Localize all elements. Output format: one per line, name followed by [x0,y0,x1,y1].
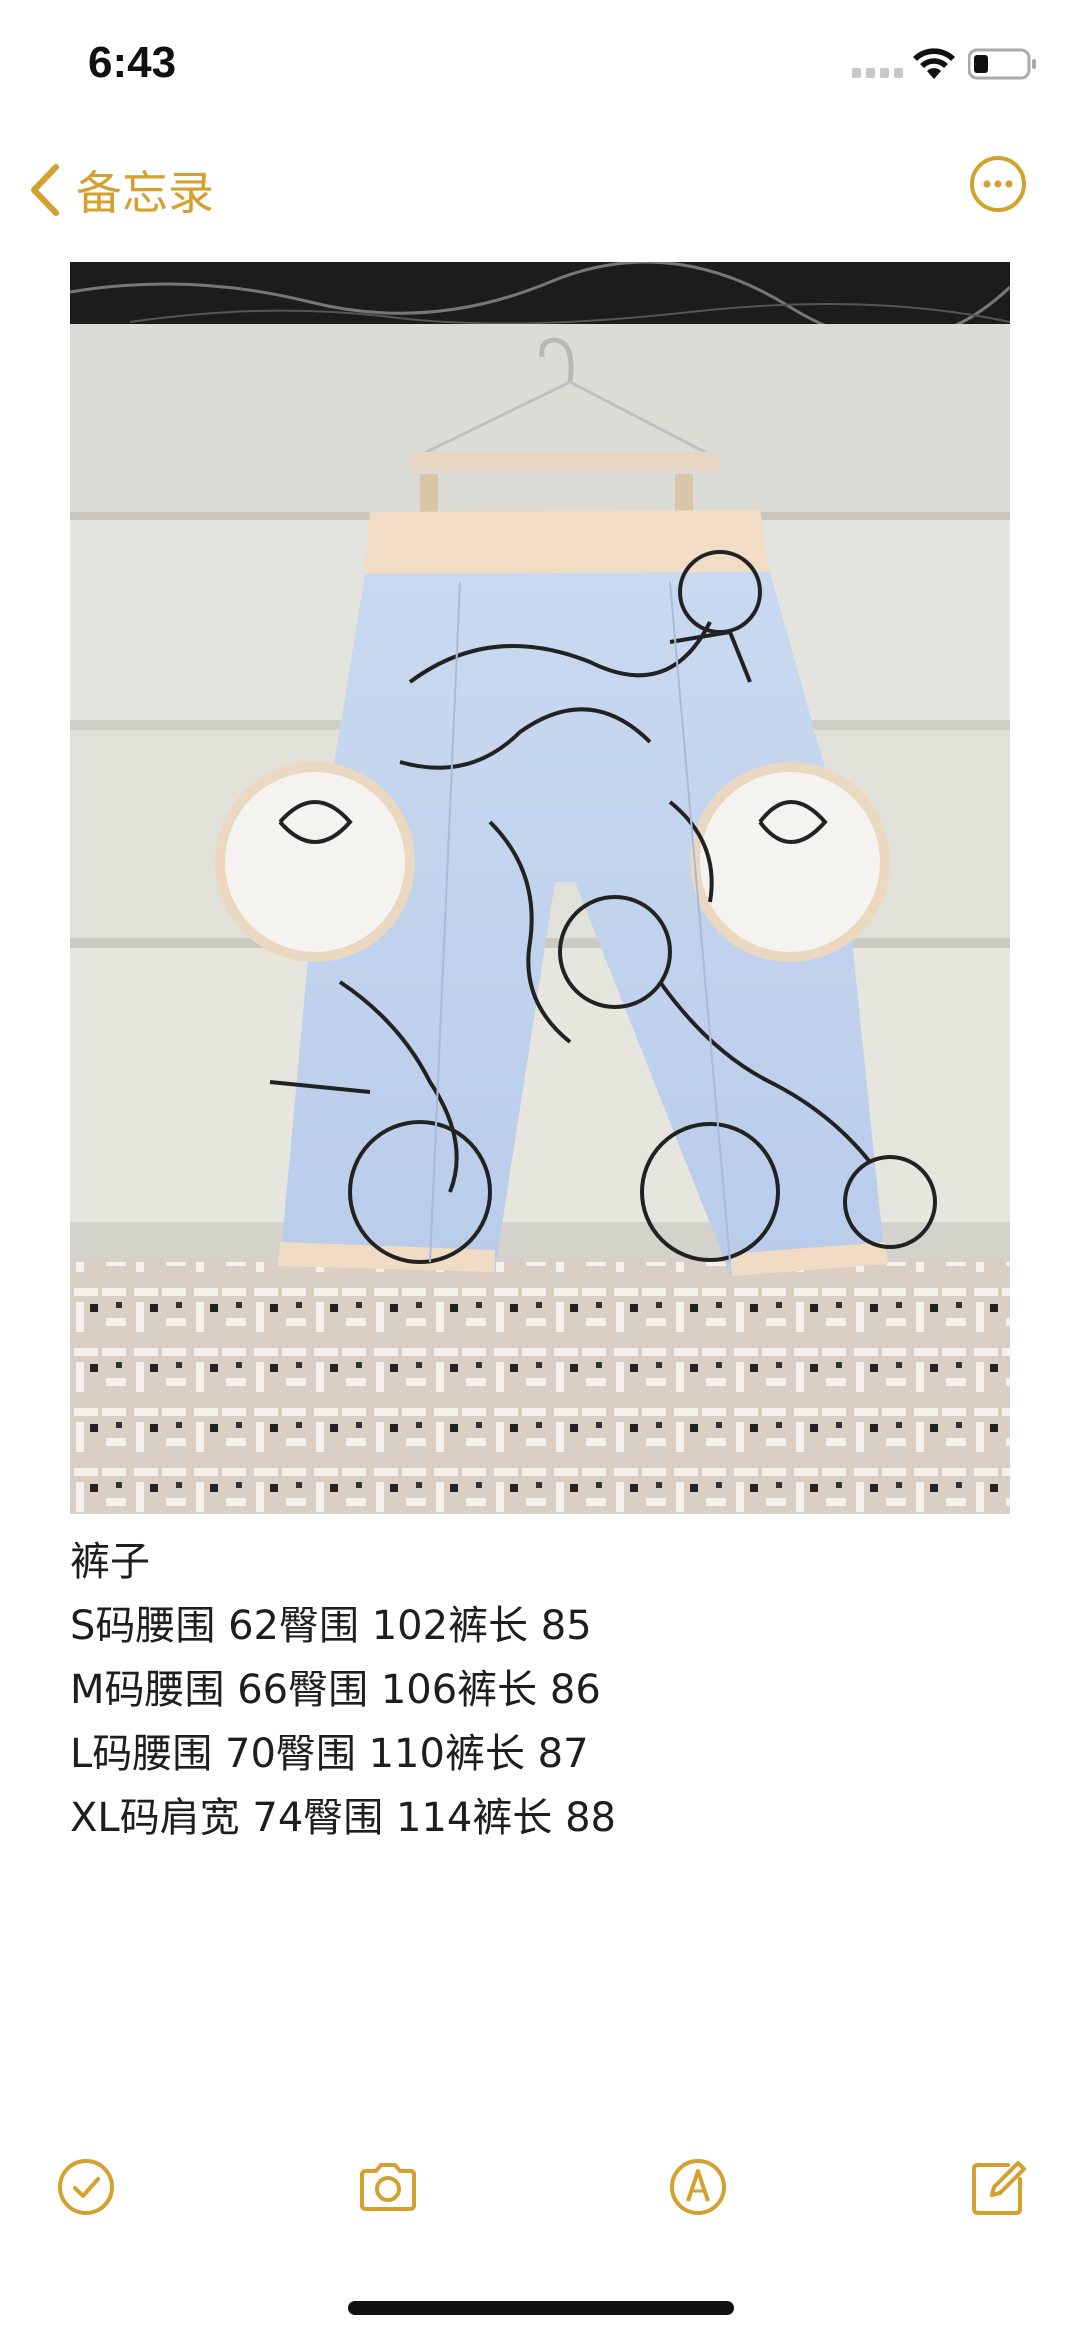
wifi-icon [913,48,955,79]
chevron-left-icon [31,164,59,216]
back-button[interactable]: 备忘录 [28,158,214,222]
note-line-size-xl: XL码肩宽 74臀围 114裤长 88 [70,1795,616,1841]
cellular-signal-icon [852,68,903,78]
ellipsis-circle-icon[interactable] [968,154,1028,214]
camera-button[interactable] [356,2155,420,2219]
note-body[interactable]: 裤子 S码腰围 62臀围 102裤长 85 M码腰围 66臀围 106裤长 86… [70,1530,1010,1850]
compose-button[interactable] [966,2155,1030,2219]
status-time: 6:43 [88,38,177,87]
camera-icon [360,2163,416,2211]
checklist-button[interactable] [54,2155,118,2219]
checklist-icon [58,2159,114,2215]
markup-pen-icon [670,2159,726,2215]
note-title: 裤子 [70,1539,150,1585]
pants-photo-illustration [70,262,1010,1514]
battery-icon [968,48,1036,80]
home-indicator [348,2301,734,2315]
navigation-bar: 备忘录 [0,140,1080,240]
note-line-size-m: M码腰围 66臀围 106裤长 86 [70,1667,601,1713]
compose-icon [972,2161,1026,2215]
back-label: 备忘录 [76,166,214,220]
status-bar: 6:43 [0,0,1080,130]
markup-button[interactable] [666,2155,730,2219]
note-line-size-l: L码腰围 70臀围 110裤长 87 [70,1731,589,1777]
bottom-toolbar [0,2155,1080,2225]
note-photo[interactable] [70,262,1010,1514]
note-line-size-s: S码腰围 62臀围 102裤长 85 [70,1603,592,1649]
